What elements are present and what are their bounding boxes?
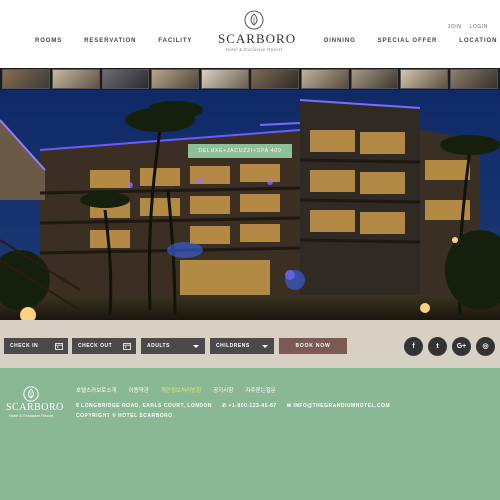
check-out-label: CHECK OUT xyxy=(78,343,113,349)
logo-leaf-icon xyxy=(244,10,264,30)
footer-contact: 9 LONGBRIDGE ROAD, EARLS COURT, LONDON ✆… xyxy=(76,403,390,409)
childrens-label: CHILDRENS xyxy=(216,343,250,349)
site-logo[interactable]: SCARBORO Hotel & Exclusive Resort xyxy=(218,10,297,52)
footer-email-address: INFO@THEGRANDIUMHOTEL.COM xyxy=(293,403,391,409)
facebook-icon[interactable]: f xyxy=(404,337,423,356)
instagram-icon[interactable]: ◎ xyxy=(476,337,495,356)
footer-phone-number: +1-800-123-45-67 xyxy=(228,403,277,409)
room-thumbnail-strip xyxy=(0,68,500,90)
logo-name: SCARBORO xyxy=(218,31,297,46)
hero-image: DELUXE+JACUZZI+SPA 409 xyxy=(0,90,500,320)
site-footer: SCARBORO Hotel & Exclusive Resort 호텔스카보로… xyxy=(0,368,500,500)
calendar-icon xyxy=(55,343,63,350)
footer-logo-tagline: Hotel & Exclusive Resort xyxy=(8,413,53,418)
room-thumbnail[interactable] xyxy=(300,69,349,89)
nav-right: DINNING SPECIAL OFFER LOCATION xyxy=(324,38,500,44)
nav-rooms[interactable]: ROOMS xyxy=(35,38,62,44)
logo-tagline: Hotel & Exclusive Resort xyxy=(225,47,283,52)
adults-select[interactable]: ADULTS xyxy=(141,338,205,354)
room-thumbnail[interactable] xyxy=(101,69,150,89)
logo-leaf-icon xyxy=(23,386,39,402)
nav-dinning[interactable]: DINNING xyxy=(324,38,356,44)
childrens-select[interactable]: CHILDRENS xyxy=(210,338,274,354)
footer-link-privacy[interactable]: 개인정보처리방침 xyxy=(161,386,201,394)
room-thumbnail[interactable] xyxy=(450,69,498,89)
caret-down-icon xyxy=(262,345,268,348)
booking-bar: CHECK IN CHECK OUT ADULTS CHILDRENS BOOK… xyxy=(0,320,500,368)
room-thumbnail[interactable] xyxy=(2,69,50,89)
caret-down-icon xyxy=(193,345,199,348)
footer-links: 호텔스카보로소개 이용약관 개인정보처리방침 공지사항 자주묻는질문 xyxy=(76,386,276,394)
nav-reservation[interactable]: RESERVATION xyxy=(84,38,136,44)
check-in-field[interactable]: CHECK IN xyxy=(4,338,68,354)
nav-special-offer[interactable]: SPECIAL OFFER xyxy=(378,38,438,44)
footer-address: 9 LONGBRIDGE ROAD, EARLS COURT, LONDON xyxy=(76,403,212,409)
calendar-icon xyxy=(123,343,131,350)
nav-left: ROOMS RESERVATION FACILITY xyxy=(35,38,214,44)
login-link[interactable]: LOGIN xyxy=(469,24,488,30)
footer-email[interactable]: ✉ INFO@THEGRANDIUMHOTEL.COM xyxy=(287,403,390,409)
check-out-field[interactable]: CHECK OUT xyxy=(72,338,136,354)
room-thumbnail[interactable] xyxy=(51,69,100,89)
nav-facility[interactable]: FACILITY xyxy=(158,38,192,44)
twitter-icon[interactable]: t xyxy=(428,337,447,356)
check-in-label: CHECK IN xyxy=(10,343,39,349)
hotel-night-photo xyxy=(0,90,500,320)
room-label-button[interactable]: DELUXE+JACUZZI+SPA 409 xyxy=(188,144,292,158)
room-thumbnail[interactable] xyxy=(350,69,399,89)
account-links: JOIN LOGIN xyxy=(448,24,488,30)
google-plus-icon[interactable]: G+ xyxy=(452,337,471,356)
join-link[interactable]: JOIN xyxy=(448,24,462,30)
adults-label: ADULTS xyxy=(147,343,170,349)
room-thumbnail[interactable] xyxy=(151,69,200,89)
footer-link-faq[interactable]: 자주묻는질문 xyxy=(245,386,275,394)
site-header: ROOMS RESERVATION FACILITY SCARBORO Hote… xyxy=(0,0,500,68)
room-thumbnail[interactable] xyxy=(250,69,299,89)
footer-copyright: COPYRIGHT © HOTEL SCARBORO xyxy=(76,413,173,419)
footer-link-terms[interactable]: 이용약관 xyxy=(128,386,148,394)
book-now-button[interactable]: BOOK NOW xyxy=(279,338,347,354)
footer-link-notice[interactable]: 공지사항 xyxy=(213,386,233,394)
footer-logo-name: SCARBORO xyxy=(6,402,64,413)
room-thumbnail[interactable] xyxy=(201,69,249,89)
footer-logo[interactable]: SCARBORO Hotel & Exclusive Resort xyxy=(6,386,64,418)
footer-phone: ✆ +1-800-123-45-67 xyxy=(222,403,277,409)
room-thumbnail[interactable] xyxy=(400,69,449,89)
phone-icon: ✆ xyxy=(221,403,229,409)
social-links: f t G+ ◎ xyxy=(404,337,495,356)
nav-location[interactable]: LOCATION xyxy=(459,38,497,44)
footer-link-about[interactable]: 호텔스카보로소개 xyxy=(76,386,116,394)
